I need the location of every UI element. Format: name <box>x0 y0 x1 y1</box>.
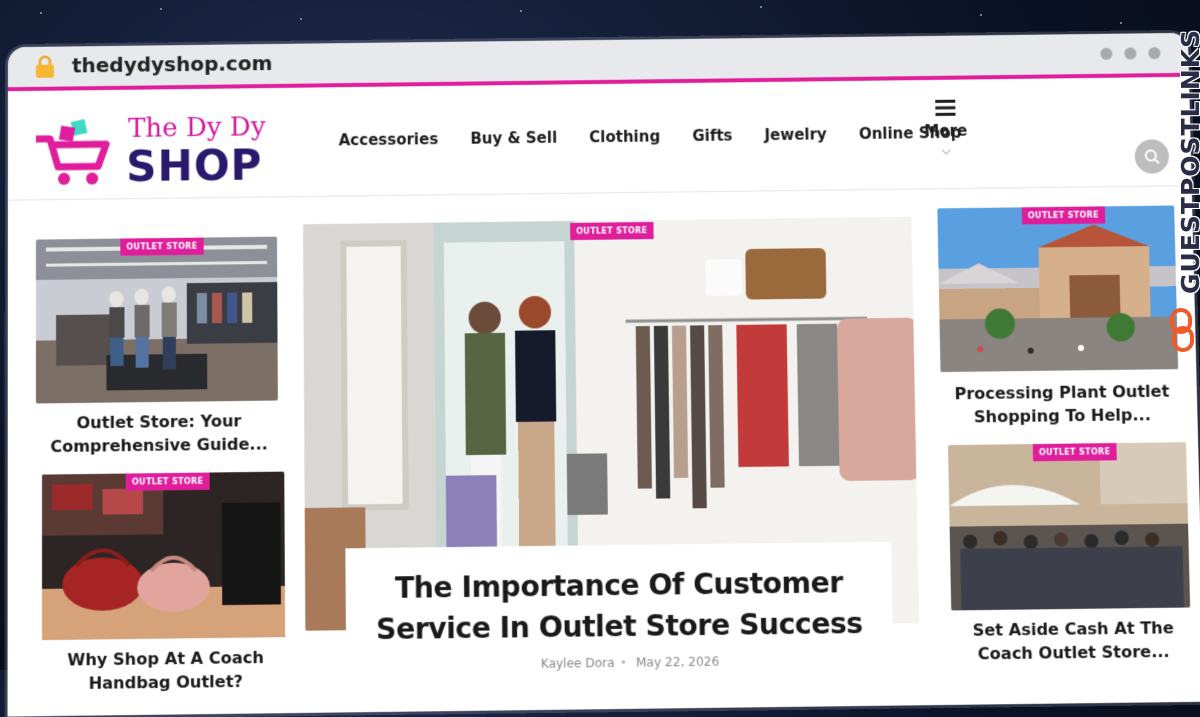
logo-text-top: The Dy Dy <box>128 112 266 144</box>
star <box>40 12 42 14</box>
star <box>980 14 982 16</box>
browser-window: thedydyshop.com The Dy Dy SHOP Accessori… <box>7 32 1200 717</box>
star <box>760 6 762 8</box>
article-title[interactable]: Set Aside Cash At The Coach Outlet Store… <box>953 616 1193 666</box>
lock-icon <box>35 55 54 78</box>
category-badge[interactable]: OUTLET STORE <box>125 472 210 491</box>
publish-date: May 22, 2026 <box>635 654 720 670</box>
category-badge[interactable]: OUTLET STORE <box>1021 206 1106 225</box>
nav-item-gifts[interactable]: Gifts <box>692 126 732 145</box>
nav-item-clothing[interactable]: Clothing <box>589 127 660 146</box>
nav-item-jewelry[interactable]: Jewelry <box>764 125 827 144</box>
url-text[interactable]: thedydyshop.com <box>72 51 272 77</box>
article-image[interactable] <box>41 471 286 641</box>
author-name[interactable]: Kaylee Dora <box>541 656 615 671</box>
more-menu[interactable]: More <box>923 99 968 160</box>
separator-dot: • <box>619 655 628 670</box>
article-image[interactable] <box>937 205 1179 373</box>
star <box>300 18 302 20</box>
nav-item-accessories[interactable]: Accessories <box>339 130 439 149</box>
hamburger-icon <box>935 99 956 116</box>
hero-title[interactable]: The Importance Of Customer Service In Ou… <box>345 562 893 651</box>
logo-text-bottom: SHOP <box>126 140 263 192</box>
outlet-storefront-image <box>937 205 1179 373</box>
site-logo[interactable]: The Dy Dy SHOP <box>32 108 293 192</box>
more-label: More <box>924 121 968 141</box>
article-image[interactable] <box>35 236 278 404</box>
category-badge[interactable]: OUTLET STORE <box>120 237 204 256</box>
guestpostlinks-watermark: GUESTPOSTLINKS <box>1152 29 1200 370</box>
article-title[interactable]: Outlet Store: Your Comprehensive Guide..… <box>38 409 280 459</box>
article-title[interactable]: Why Shop At A Coach Handbag Outlet? <box>44 645 287 695</box>
hero-caption-box: The Importance Of Customer Service In Ou… <box>345 541 894 672</box>
star <box>1120 22 1122 24</box>
site-header: The Dy Dy SHOP Accessories Buy & Sell Cl… <box>7 76 1192 201</box>
star <box>520 10 522 12</box>
nav-item-buy-sell[interactable]: Buy & Sell <box>470 129 557 148</box>
coach-handbag-image <box>41 471 286 641</box>
coach-outlet-crowd-image <box>948 442 1191 611</box>
article-title[interactable]: Processing Plant Outlet Shopping To Help… <box>943 379 1182 429</box>
chevron-down-icon <box>941 149 951 155</box>
dot-icon <box>1124 47 1137 60</box>
shopping-cart-icon <box>35 118 110 185</box>
watermark-text: GUESTPOSTLINKS <box>1176 28 1200 294</box>
star <box>160 8 162 10</box>
main-nav: Accessories Buy & Sell Clothing Gifts Je… <box>339 124 962 150</box>
category-badge[interactable]: OUTLET STORE <box>570 221 654 241</box>
store-interior-image <box>35 236 278 404</box>
article-image[interactable] <box>948 442 1191 611</box>
dot-icon <box>1100 47 1113 60</box>
chain-link-icon <box>1170 308 1194 352</box>
category-badge[interactable]: OUTLET STORE <box>1032 443 1117 462</box>
